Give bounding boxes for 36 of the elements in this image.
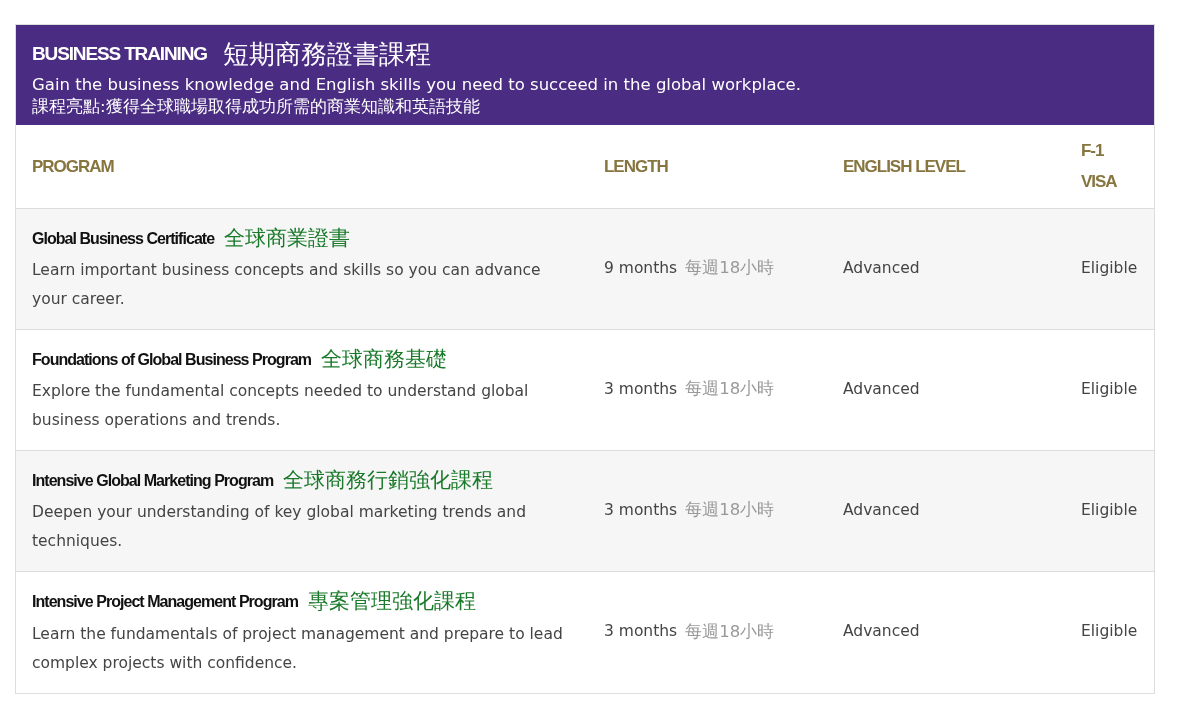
column-header: LENGTH	[604, 155, 668, 178]
banner-title-chinese: 短期商務證書課程	[222, 38, 431, 71]
banner-subtitle-chinese: 課程亮點:獲得全球職場取得成功所需的商業知識和英語技能	[32, 97, 480, 117]
program-name: Intensive Project Management Program	[32, 592, 298, 613]
program-name: Global Business Certificate	[32, 228, 215, 249]
column-header: PROGRAM	[32, 155, 114, 178]
weekly-hours: 每週18小時	[685, 499, 775, 522]
program-length: 3 months	[604, 378, 678, 400]
column-header: ENGLISH LEVEL	[843, 155, 965, 178]
program-name: Intensive Global Marketing Program	[32, 470, 274, 491]
program-name: Foundations of Global Business Program	[32, 349, 312, 370]
program-description: Explore the fundamental concepts needed to understand global business operations and trends.	[32, 381, 530, 432]
visa-eligibility: Eligible	[1081, 499, 1138, 521]
visa-eligibility: Eligible	[1081, 257, 1138, 279]
program-description: Learn the fundamentals of project management and prepare to lead complex projects with confidence.	[32, 623, 564, 674]
program-length: 9 months	[604, 257, 678, 279]
visa-eligibility: Eligible	[1081, 621, 1138, 643]
program-name-chinese: 全球商業證書	[224, 224, 351, 252]
column-header: F-1 VISA	[1081, 140, 1117, 194]
english-level: Advanced	[843, 621, 920, 643]
program-length: 3 months	[604, 499, 678, 521]
banner-subtitle: Gain the business knowledge and English skills you need to succeed in the global workplace.	[32, 75, 801, 94]
weekly-hours: 每週18小時	[685, 378, 775, 401]
program-description: Learn important business concepts and skills so you can advance your career.	[32, 260, 542, 311]
banner-title: BUSINESS TRAINING	[32, 42, 207, 67]
program-length: 3 months	[604, 621, 678, 643]
program-name-chinese: 全球商務基礎	[321, 345, 448, 373]
english-level: Advanced	[843, 257, 920, 279]
weekly-hours: 每週18小時	[685, 620, 775, 643]
program-name-chinese: 專案管理強化課程	[308, 588, 476, 616]
english-level: Advanced	[843, 378, 920, 400]
visa-eligibility: Eligible	[1081, 378, 1138, 400]
program-description: Deepen your understanding of key global marketing trends and techniques.	[32, 502, 528, 553]
weekly-hours: 每週18小時	[685, 257, 775, 280]
english-level: Advanced	[843, 499, 920, 521]
program-name-chinese: 全球商務行銷強化課程	[283, 466, 494, 494]
